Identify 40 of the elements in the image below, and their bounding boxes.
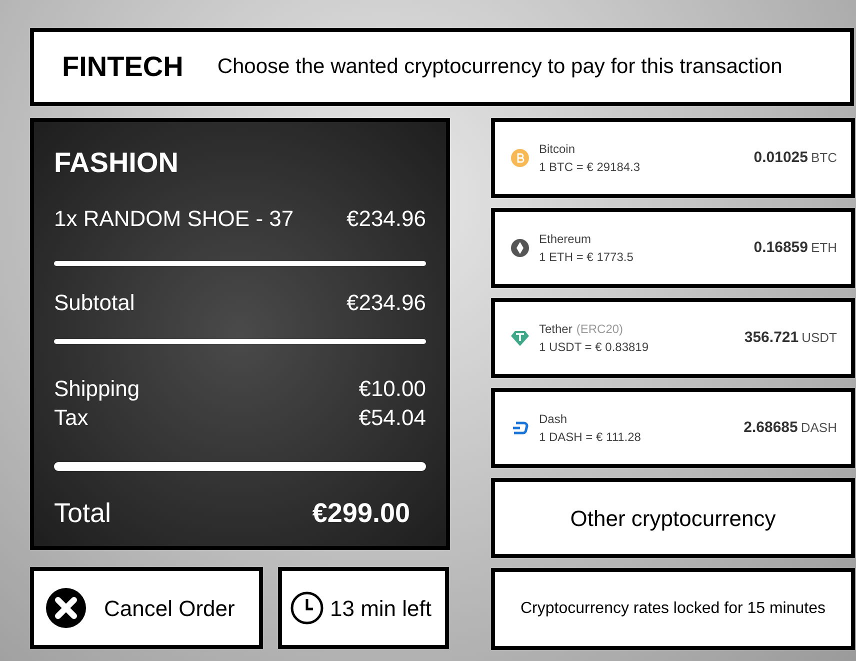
- close-icon: [46, 588, 86, 628]
- exchange-rate: 1 BTC = € 29184.3: [539, 159, 640, 176]
- subtotal-value: €234.96: [346, 289, 426, 317]
- instruction-text: Choose the wanted cryptocurrency to pay for this transaction: [217, 54, 782, 80]
- crypto-option[interactable]: Ethereum 1 ETH = € 1773.5 0.16859 ETH: [491, 208, 855, 288]
- total-value: €299.00: [312, 497, 410, 530]
- coin-name: Tether: [539, 321, 572, 338]
- coin-name: Ethereum: [539, 231, 592, 248]
- exchange-rate: 1 ETH = € 1773.5: [539, 249, 634, 266]
- crypto-option[interactable]: Tether (ERC20) 1 USDT = € 0.83819 356.721 USDT: [491, 298, 855, 378]
- charge-value: €10.00: [358, 375, 426, 403]
- charge-value: €54.04: [358, 404, 426, 432]
- crypto-amount: 0.16859: [754, 238, 808, 258]
- crypto-amount: 356.721: [744, 328, 799, 348]
- charge-label: Tax: [54, 404, 88, 432]
- exchange-rate: 1 DASH = € 111.28: [539, 429, 641, 446]
- brand-title: FINTECH: [62, 50, 184, 84]
- time-left-text: 13 min left: [330, 594, 432, 622]
- rates-lock-notice: Cryptocurrency rates locked for 15 minutes: [491, 568, 855, 650]
- charge-label: Shipping: [54, 375, 140, 403]
- item-price: €234.96: [346, 205, 426, 233]
- item-name: 1x RANDOM SHOE - 37: [54, 205, 294, 233]
- crypto-amount: 0.01025: [754, 148, 808, 168]
- other-crypto-button[interactable]: Other cryptocurrency: [491, 478, 855, 558]
- crypto-amount: 2.68685: [744, 418, 798, 438]
- currency-unit: DASH: [800, 418, 837, 437]
- total-label: Total: [54, 497, 112, 530]
- clock-icon: [290, 591, 324, 625]
- subtotal-label: Subtotal: [54, 289, 135, 317]
- cancel-order-button[interactable]: Cancel Order: [30, 567, 263, 649]
- store-title: FASHION: [54, 146, 180, 180]
- coin-name: Bitcoin: [539, 141, 576, 158]
- currency-unit: BTC: [811, 148, 837, 167]
- currency-unit: ETH: [811, 238, 837, 257]
- crypto-option[interactable]: Dash 1 DASH = € 111.28 2.68685 DASH: [491, 388, 855, 468]
- network-label: (ERC20): [576, 321, 624, 338]
- exchange-rate: 1 USDT = € 0.83819: [539, 339, 649, 356]
- coin-name: Dash: [539, 411, 568, 428]
- currency-unit: USDT: [802, 328, 837, 347]
- crypto-option[interactable]: Bitcoin 1 BTC = € 29184.3 0.01025 BTC: [491, 118, 855, 198]
